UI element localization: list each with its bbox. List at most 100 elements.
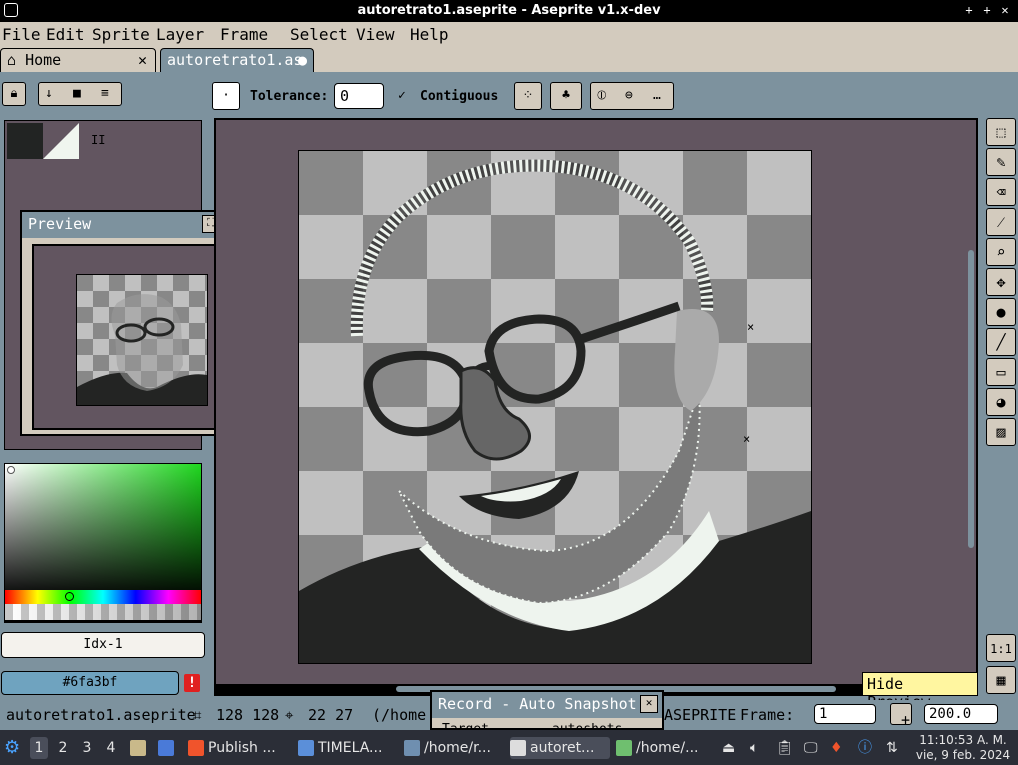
pixel-connect-button[interactable]: ⁘	[514, 82, 542, 110]
timeline-icon: ▦	[996, 671, 1006, 689]
contour-tool[interactable]: ◕	[986, 388, 1016, 416]
files-icon[interactable]	[130, 737, 150, 759]
dynamics-icon[interactable]: ⊜	[625, 83, 633, 109]
arrow-down-icon[interactable]: ↓	[45, 83, 53, 105]
extra-buttons[interactable]: ⦶ ⊜ …	[590, 82, 674, 110]
volume-icon[interactable]: 🔈︎	[750, 737, 768, 759]
status-tail: ASEPRITE	[664, 706, 737, 724]
tray-brave-icon[interactable]: ♦	[830, 737, 848, 759]
modified-dot-icon[interactable]: ●	[298, 51, 307, 69]
task-aseprite[interactable]: autoret...	[510, 737, 610, 759]
actual-size-button[interactable]: 1:1	[986, 634, 1016, 662]
svg-text:×: ×	[747, 320, 754, 334]
maximize-icon[interactable]: +	[980, 3, 994, 17]
selection-tool[interactable]: ⬚	[986, 118, 1016, 146]
check-icon[interactable]: ✓	[398, 88, 406, 103]
start-menu-icon[interactable]: ⚙	[4, 737, 24, 759]
eraser-icon: ⌫	[996, 183, 1006, 201]
menu-frame[interactable]: Frame	[220, 25, 268, 44]
spectrum-cursor[interactable]	[7, 466, 15, 474]
layer-mode-buttons[interactable]: ↓ ■ ≡	[38, 82, 122, 106]
bg-color-swatch[interactable]	[43, 123, 79, 159]
rectangle-tool[interactable]: ▭	[986, 358, 1016, 386]
ink-button[interactable]: ♣	[550, 82, 582, 110]
close-window-icon[interactable]: ✕	[998, 3, 1012, 17]
zoom-input[interactable]: 200.0	[924, 704, 998, 724]
clock[interactable]: 11:10:53 A. M. vie, 9 feb. 2024	[910, 733, 1016, 763]
tab-autoretrato[interactable]: autoretrato1.as ●	[160, 48, 314, 72]
tolerance-input[interactable]: 0	[334, 83, 384, 109]
preview-image	[76, 274, 208, 406]
close-record-icon[interactable]: ✕	[640, 695, 658, 713]
menu-file[interactable]: File	[2, 25, 41, 44]
window-title: autoretrato1.aseprite - Aseprite v1.x-de…	[357, 3, 661, 18]
menu-select[interactable]: Select	[290, 25, 348, 44]
hue-cursor[interactable]	[65, 592, 74, 601]
more-icon[interactable]: …	[653, 83, 661, 109]
menu-bar: File Edit Sprite Layer Frame Select View…	[0, 22, 1018, 46]
clipboard-icon[interactable]: 📋︎	[776, 737, 794, 759]
menu-sprite[interactable]: Sprite	[92, 25, 150, 44]
move-icon: ✥	[996, 273, 1006, 291]
square-icon[interactable]: ■	[73, 83, 81, 105]
task-editor[interactable]: /home/r...	[404, 737, 504, 759]
status-filename: autoretrato1.aseprite	[6, 706, 196, 724]
workspace-2[interactable]: 2	[56, 737, 70, 759]
vertical-scrollbar[interactable]	[968, 250, 974, 548]
tray-upload-icon[interactable]: ⏏	[722, 737, 740, 759]
desktop-icon[interactable]	[158, 737, 178, 759]
move-tool[interactable]: ✥	[986, 268, 1016, 296]
ink-icon: ♣	[562, 88, 570, 103]
workspace-3[interactable]: 3	[80, 737, 94, 759]
pencil-tool[interactable]: ✎	[986, 148, 1016, 176]
lock-button[interactable]: 🔒︎	[2, 82, 26, 106]
tolerance-label: Tolerance:	[250, 89, 329, 104]
task-publish[interactable]: Publish ...	[188, 737, 292, 759]
frame-input[interactable]: 1	[814, 704, 876, 724]
hide-preview-tooltip: Hide Preview	[862, 672, 978, 711]
task-timelapse[interactable]: TIMELA...	[298, 737, 396, 759]
fg-color-swatch[interactable]	[7, 123, 43, 159]
warning-icon[interactable]: !	[184, 674, 200, 692]
tab-home[interactable]: ⌂ Home ✕	[0, 48, 156, 72]
workspace-4[interactable]: 4	[104, 737, 118, 759]
network-icon[interactable]: ⇅	[886, 737, 906, 759]
hue-slider[interactable]	[5, 590, 201, 604]
text-editor-icon	[404, 740, 420, 756]
close-tab-icon[interactable]: ✕	[138, 51, 147, 69]
blur-icon: ▨	[996, 423, 1006, 441]
menu-edit[interactable]: Edit	[46, 25, 85, 44]
eyedropper-icon: ⁄	[999, 213, 1003, 231]
symmetry-icon[interactable]: ⦶	[597, 83, 606, 109]
display-icon[interactable]: 🖵︎	[804, 737, 822, 759]
record-titlebar[interactable]: Record - Auto Snapshot ✕	[432, 692, 662, 718]
notification-icon[interactable]: ⓘ	[858, 737, 876, 759]
eraser-tool[interactable]: ⌫	[986, 178, 1016, 206]
zoom-tool[interactable]: ⌕	[986, 238, 1016, 266]
timeline-button[interactable]: ▦	[986, 666, 1016, 694]
brush-preview[interactable]: ·	[212, 82, 240, 110]
alpha-slider[interactable]	[5, 604, 201, 620]
hex-color-field[interactable]: #6fa3bf	[1, 671, 179, 695]
add-frame-button[interactable]: +	[890, 703, 912, 729]
list-icon[interactable]: ≡	[101, 83, 109, 105]
pause-icon[interactable]: II	[91, 133, 105, 147]
dot-icon: ·	[222, 88, 230, 103]
menu-layer[interactable]: Layer	[156, 25, 204, 44]
fill-tool[interactable]: ●	[986, 298, 1016, 326]
pencil-icon: ✎	[996, 153, 1006, 171]
sprite-editor[interactable]: × ×	[214, 118, 978, 696]
color-index-field[interactable]: Idx-1	[1, 632, 205, 658]
line-tool[interactable]: ╱	[986, 328, 1016, 356]
menu-help[interactable]: Help	[410, 25, 449, 44]
sprite-canvas[interactable]: × ×	[298, 150, 812, 664]
minimize-icon[interactable]: +	[962, 3, 976, 17]
title-bar: autoretrato1.aseprite - Aseprite v1.x-de…	[0, 0, 1018, 22]
lock-icon: 🔒︎	[10, 86, 18, 101]
blur-tool[interactable]: ▨	[986, 418, 1016, 446]
eyedropper-tool[interactable]: ⁄	[986, 208, 1016, 236]
menu-view[interactable]: View	[356, 25, 395, 44]
workspace-1[interactable]: 1	[30, 737, 48, 759]
line-icon: ╱	[996, 333, 1006, 351]
task-image-viewer[interactable]: /home/...	[616, 737, 716, 759]
